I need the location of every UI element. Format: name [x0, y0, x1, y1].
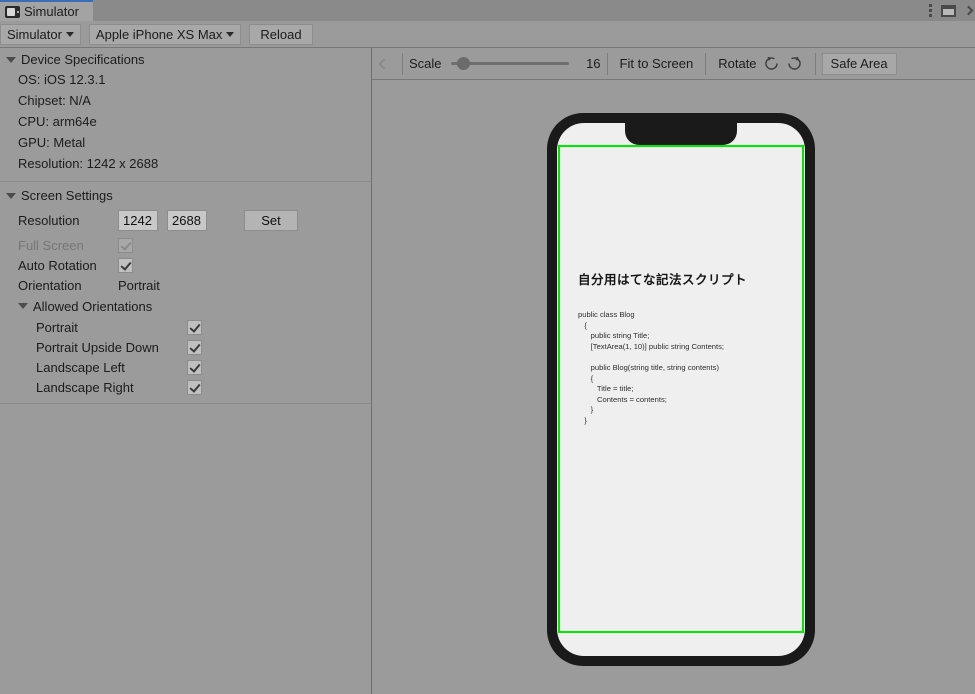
preview-page-title: 自分用はてな記法スクリプト: [578, 273, 748, 287]
window-controls: [929, 0, 975, 21]
resolution-height-input[interactable]: 2688: [167, 209, 207, 231]
auto-rotation-label: Auto Rotation: [18, 257, 97, 273]
tab-simulator[interactable]: Simulator: [0, 0, 93, 21]
mode-dropdown[interactable]: Simulator: [0, 23, 81, 45]
allowed-orientation-label: Portrait Upside Down: [36, 339, 159, 355]
device-specifications-header[interactable]: Device Specifications: [0, 48, 371, 69]
allowed-orientations-header[interactable]: Allowed Orientations: [0, 295, 371, 317]
reload-button-label: Reload: [260, 26, 302, 42]
device-specifications-list: OS: iOS 12.3.1 Chipset: N/A CPU: arm64e …: [0, 69, 371, 181]
chevron-down-icon: [65, 31, 74, 37]
preview-content: 自分用はてな記法スクリプト public class Blog { public…: [578, 269, 789, 427]
orientation-value: Portrait: [118, 277, 160, 293]
device-stage: 自分用はてな記法スクリプト public class Blog { public…: [372, 80, 975, 694]
toolbar-separator: [705, 52, 707, 75]
full-screen-row: Full Screen: [0, 235, 371, 255]
allowed-orientation-label: Portrait: [36, 319, 78, 335]
triangle-down-icon: [6, 192, 16, 199]
section-divider: [0, 403, 371, 404]
allowed-orientation-checkbox-landscape-right[interactable]: [187, 379, 202, 395]
reload-button[interactable]: Reload: [249, 23, 313, 45]
inspector-panel: Device Specifications OS: iOS 12.3.1 Chi…: [0, 48, 372, 694]
fit-to-screen-label: Fit to Screen: [619, 56, 694, 71]
orientation-row: Orientation Portrait: [0, 275, 371, 295]
main-split: Device Specifications OS: iOS 12.3.1 Chi…: [0, 48, 975, 694]
allowed-orientation-checkbox-portrait-upside-down[interactable]: [187, 339, 202, 355]
resolution-label: Resolution: [18, 212, 80, 228]
chevron-down-icon: [226, 31, 235, 37]
window-tab-bar: Simulator: [0, 0, 975, 21]
device-frame: 自分用はてな記法スクリプト public class Blog { public…: [547, 113, 815, 666]
panel-layout-icon[interactable]: [941, 4, 956, 17]
rotate-clockwise-icon[interactable]: [786, 55, 803, 72]
toolbar-separator: [814, 52, 816, 75]
rotate-label: Rotate: [718, 56, 757, 71]
kebab-menu-icon[interactable]: [929, 4, 932, 17]
spec-row: Resolution: 1242 x 2688: [18, 156, 159, 171]
triangle-down-icon: [6, 56, 16, 63]
scale-slider[interactable]: [450, 53, 569, 75]
allowed-orientation-label: Landscape Right: [36, 379, 134, 395]
simulator-view-toolbar: Scale 16 Fit to Screen Rotate Safe Area: [372, 48, 975, 80]
rotate-cw-glyph: [787, 56, 801, 70]
chevron-left-icon[interactable]: [378, 57, 390, 70]
spec-row: CPU: arm64e: [18, 114, 97, 129]
device-specifications-title: Device Specifications: [21, 52, 145, 67]
preview-code-block: public class Blog { public string Title;…: [578, 310, 725, 425]
toolbar-separator: [402, 52, 403, 75]
device-screen[interactable]: 自分用はてな記法スクリプト public class Blog { public…: [557, 123, 805, 656]
device-notch: [625, 123, 737, 145]
rotate-counterclockwise-icon[interactable]: [763, 55, 780, 72]
allowed-orientation-label: Landscape Left: [36, 359, 125, 375]
scale-slider-knob[interactable]: [456, 57, 470, 70]
allowed-orientation-row: Landscape Left: [0, 357, 371, 377]
allowed-orientation-row: Landscape Right: [0, 377, 371, 397]
resolution-width-input[interactable]: 1242: [118, 209, 158, 231]
simulator-view: Scale 16 Fit to Screen Rotate Safe Area …: [372, 48, 975, 694]
simulator-device-icon: [5, 5, 20, 18]
spec-row: GPU: Metal: [18, 135, 86, 150]
fit-to-screen-button[interactable]: Fit to Screen: [614, 53, 700, 75]
orientation-label: Orientation: [18, 277, 82, 293]
scale-value: 16: [586, 56, 601, 71]
spec-row: OS: iOS 12.3.1: [18, 72, 106, 87]
safe-area-button[interactable]: Safe Area: [821, 52, 897, 75]
chevron-right-icon[interactable]: [963, 5, 974, 16]
full-screen-checkbox: [118, 237, 133, 253]
screen-settings-title: Screen Settings: [21, 188, 113, 203]
spec-row: Chipset: N/A: [18, 93, 91, 108]
set-resolution-button[interactable]: Set: [244, 209, 298, 231]
simulator-toolbar: Simulator Apple iPhone XS Max Reload: [0, 21, 975, 48]
allowed-orientation-checkbox-portrait[interactable]: [187, 319, 202, 335]
rotate-ccw-glyph: [764, 56, 778, 70]
screen-settings-header[interactable]: Screen Settings: [0, 182, 371, 205]
auto-rotation-row: Auto Rotation: [0, 255, 371, 275]
toolbar-separator: [606, 52, 608, 75]
safe-area-label: Safe Area: [830, 56, 888, 71]
allowed-orientations-title: Allowed Orientations: [33, 298, 153, 314]
allowed-orientation-row: Portrait: [0, 317, 371, 337]
full-screen-label: Full Screen: [18, 237, 84, 253]
allowed-orientation-row: Portrait Upside Down: [0, 337, 371, 357]
mode-dropdown-label: Simulator: [7, 26, 62, 42]
allowed-orientation-checkbox-landscape-left[interactable]: [187, 359, 202, 375]
device-dropdown-label: Apple iPhone XS Max: [95, 26, 223, 42]
rotate-group: Rotate: [712, 53, 808, 75]
triangle-down-icon: [18, 303, 28, 309]
tab-simulator-label: Simulator: [24, 4, 79, 19]
device-dropdown[interactable]: Apple iPhone XS Max: [88, 23, 242, 45]
auto-rotation-checkbox[interactable]: [118, 257, 133, 273]
resolution-row: Resolution 1242 2688 Set: [0, 205, 371, 235]
scale-label: Scale: [409, 56, 442, 71]
